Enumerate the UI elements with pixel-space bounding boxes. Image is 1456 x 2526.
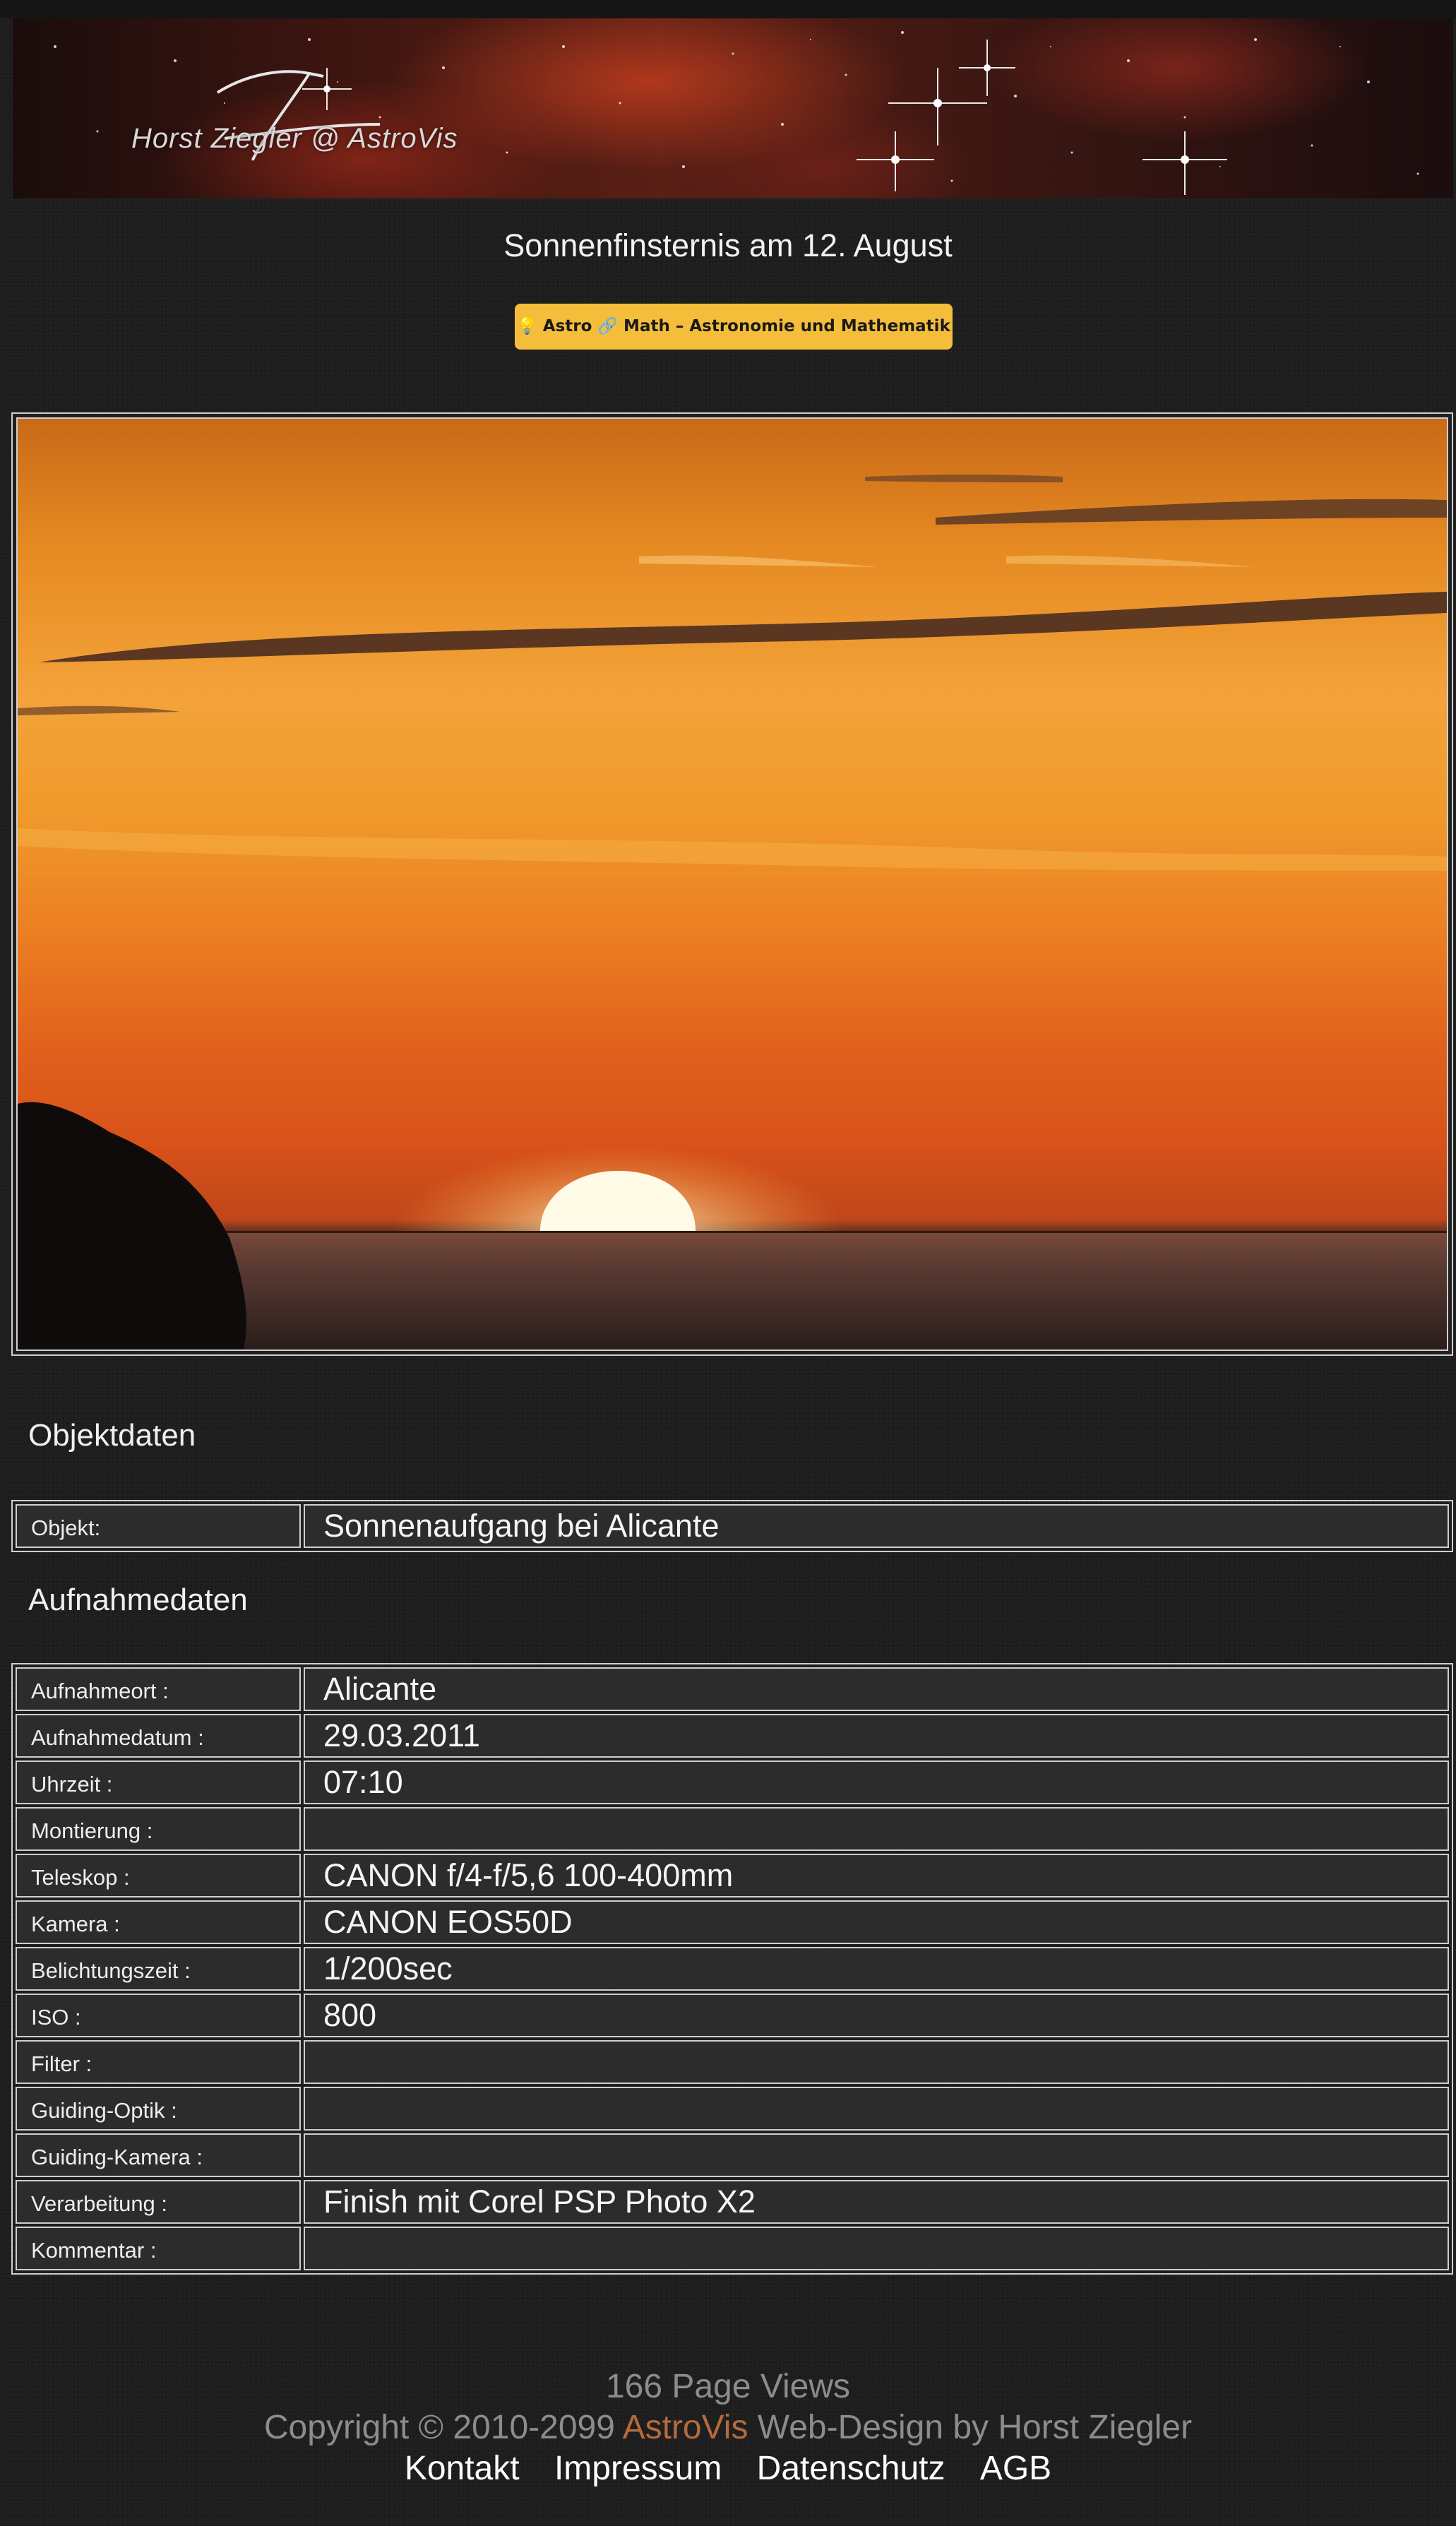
table-row: Guiding-Optik : [16,2087,1449,2131]
row-label: Filter : [16,2040,301,2084]
row-value: 07:10 [304,1761,1449,1804]
table-row: Verarbeitung : Finish mit Corel PSP Photo… [16,2180,1449,2224]
row-value [304,2133,1449,2177]
footer-link-datenschutz[interactable]: Datenschutz [757,2450,945,2487]
table-row: Kommentar : [16,2227,1449,2270]
row-label: Kamera : [16,1900,301,1944]
row-value [304,1807,1449,1851]
footer-nav: Kontakt Impressum Datenschutz AGB [0,2449,1456,2488]
capture-data-table: Aufnahmeort : Alicante Aufnahmedatum :29.… [11,1663,1453,2275]
copyright-line: Copyright © 2010-2099 AstroVis Web-Desig… [0,2408,1456,2447]
table-row: Objekt: Sonnenaufgang bei Alicante [16,1504,1449,1548]
sunrise-photo[interactable] [16,417,1448,1351]
copyright-suffix: Web-Design by Horst Ziegler [757,2409,1193,2446]
table-row: Guiding-Kamera : [16,2133,1449,2177]
top-strip [0,0,1456,18]
footer-link-agb[interactable]: AGB [980,2450,1051,2487]
row-label: Kommentar : [16,2227,301,2270]
table-row: ISO :800 [16,1994,1449,2037]
footer-link-kontakt[interactable]: Kontakt [405,2450,520,2487]
object-data-table: Objekt: Sonnenaufgang bei Alicante [11,1500,1453,1552]
row-value: Finish mit Corel PSP Photo X2 [304,2180,1449,2224]
row-value: Alicante [304,1667,1449,1711]
object-data-heading: Objektdaten [28,1418,196,1453]
row-value: CANON f/4-f/5,6 100-400mm [304,1854,1449,1898]
table-row: Teleskop : CANON f/4-f/5,6 100-400mm [16,1854,1449,1898]
table-row: Kamera : CANON EOS50D [16,1900,1449,1944]
astrovis-brand-link[interactable]: AstroVis [623,2409,748,2446]
row-value: Sonnenaufgang bei Alicante [304,1504,1449,1548]
row-value: 29.03.2011 [304,1714,1449,1758]
photo-frame [11,412,1453,1356]
page-views-counter: 166 Page Views [605,2368,851,2405]
table-row: Aufnahmedatum :29.03.2011 [16,1714,1449,1758]
row-label: Teleskop : [16,1854,301,1898]
row-label: Verarbeitung : [16,2180,301,2224]
table-row: Uhrzeit :07:10 [16,1761,1449,1804]
row-label: Montierung : [16,1807,301,1851]
row-label: ISO : [16,1994,301,2037]
banner-title: Horst Ziegler @ AstroVis [131,123,458,154]
sunrise-illustration [18,475,1447,1350]
row-value [304,2227,1449,2270]
row-label: Aufnahmeort : [16,1667,301,1711]
row-value [304,2087,1449,2131]
row-value [304,2040,1449,2084]
row-value: 1/200sec [304,1947,1449,1991]
row-value: 800 [304,1994,1449,2037]
cliff-silhouette [18,1102,246,1350]
astro-math-button[interactable]: 💡 Astro 🔗 Math – Astronomie und Mathemat… [515,304,953,350]
row-label: Guiding-Optik : [16,2087,301,2131]
row-label: Guiding-Kamera : [16,2133,301,2177]
row-value: CANON EOS50D [304,1900,1449,1944]
row-label: Uhrzeit : [16,1761,301,1804]
page-title: Sonnenfinsternis am 12. August [503,227,953,263]
row-label: Aufnahmedatum : [16,1714,301,1758]
table-row: Aufnahmeort : Alicante [16,1667,1449,1711]
row-label: Objekt: [16,1504,301,1548]
row-label: Belichtungszeit : [16,1947,301,1991]
capture-data-heading: Aufnahmedaten [28,1583,248,1617]
copyright-prefix: Copyright © 2010-2099 [263,2409,615,2446]
table-row: Belichtungszeit :1/200sec [16,1947,1449,1991]
star-field [54,31,1419,195]
table-row: Montierung : [16,1807,1449,1851]
header-banner[interactable]: Horst Ziegler @ AstroVis [13,18,1453,198]
footer-link-impressum[interactable]: Impressum [554,2450,722,2487]
table-row: Filter : [16,2040,1449,2084]
